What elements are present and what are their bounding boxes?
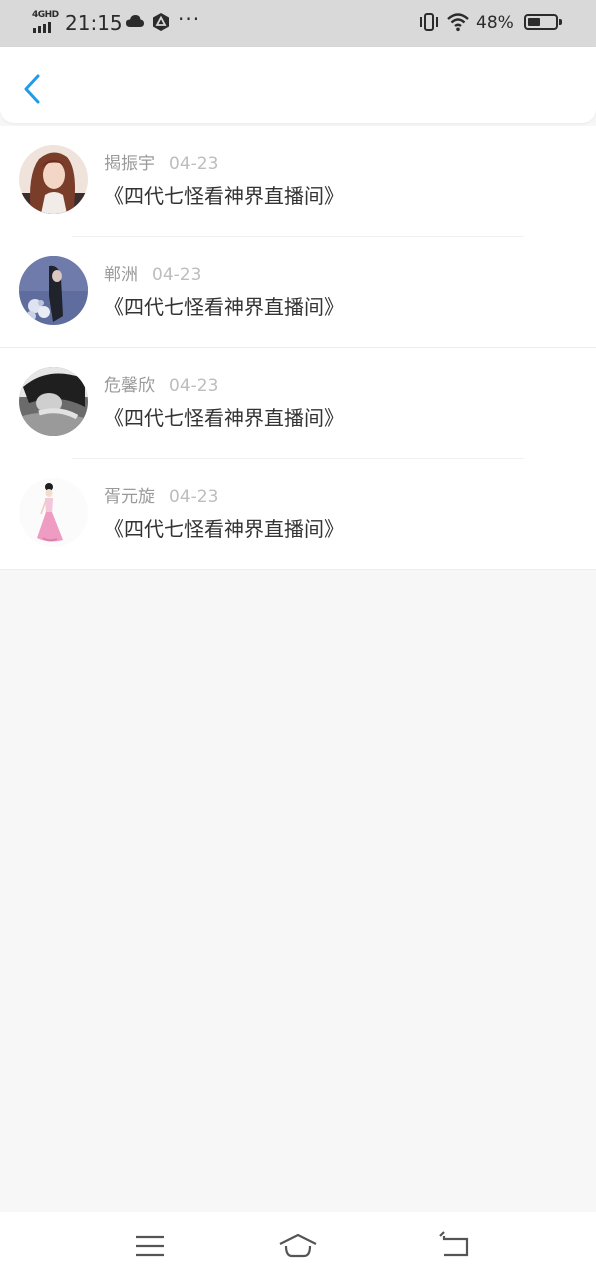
avatar[interactable]: [19, 256, 88, 325]
battery-percent: 48%: [476, 13, 514, 33]
menu-icon: [136, 1235, 164, 1257]
reader-name: 揭振宇 04-23: [104, 153, 218, 175]
reader-name: 危馨欣 04-23: [104, 375, 218, 397]
battery-level-fill: [528, 18, 540, 26]
network-signal-icon: 4GHD: [32, 10, 60, 34]
book-title[interactable]: 《四代七怪看神界直播间》: [104, 516, 344, 542]
back-button[interactable]: [16, 72, 50, 106]
battery-tip: [559, 19, 562, 25]
more-notifications-icon: ···: [178, 7, 201, 31]
read-date: 04-23: [169, 376, 219, 396]
list-item[interactable]: 危馨欣 04-23 《四代七怪看神界直播间》: [0, 348, 596, 459]
return-icon: [439, 1231, 469, 1257]
battery-icon: [524, 14, 558, 30]
divider: [0, 569, 596, 570]
cloud-icon: [125, 12, 145, 34]
reader-name-text: 胥元旋: [104, 487, 155, 507]
wifi-icon: [446, 12, 470, 36]
avatar[interactable]: [19, 145, 88, 214]
read-date: 04-23: [169, 487, 219, 507]
book-title[interactable]: 《四代七怪看神界直播间》: [104, 294, 344, 320]
reader-name-text: 危馨欣: [104, 376, 155, 396]
book-title[interactable]: 《四代七怪看神界直播间》: [104, 405, 344, 431]
read-date: 04-23: [152, 265, 202, 285]
app-hexagon-icon: [151, 12, 171, 36]
vibrate-icon: [418, 12, 440, 36]
list-item[interactable]: 胥元旋 04-23 《四代七怪看神界直播间》: [0, 459, 596, 570]
reader-name: 郸洲 04-23: [104, 264, 201, 286]
reader-name-text: 揭振宇: [104, 154, 155, 174]
reader-name-text: 郸洲: [104, 265, 138, 285]
status-time: 21:15: [65, 11, 123, 35]
app-header: [0, 47, 596, 123]
status-bar: 4GHD 21:15 ··· 48%: [0, 0, 596, 47]
avatar[interactable]: [19, 478, 88, 547]
book-title[interactable]: 《四代七怪看神界直播间》: [104, 183, 344, 209]
list-item[interactable]: 郸洲 04-23 《四代七怪看神界直播间》: [0, 237, 596, 348]
back-nav-button[interactable]: [435, 1226, 475, 1266]
system-nav-bar: [0, 1212, 596, 1280]
network-type-label: 4GHD: [32, 10, 59, 20]
reader-list: 揭振宇 04-23 《四代七怪看神界直播间》 郸洲 04-23 《四代七怪看神界直播…: [0, 126, 596, 570]
chevron-left-icon: [24, 74, 40, 104]
list-item[interactable]: 揭振宇 04-23 《四代七怪看神界直播间》: [0, 126, 596, 237]
home-icon: [279, 1233, 317, 1258]
home-button[interactable]: [278, 1226, 318, 1266]
avatar[interactable]: [19, 367, 88, 436]
read-date: 04-23: [169, 154, 219, 174]
menu-button[interactable]: [130, 1226, 170, 1266]
reader-name: 胥元旋 04-23: [104, 486, 218, 508]
